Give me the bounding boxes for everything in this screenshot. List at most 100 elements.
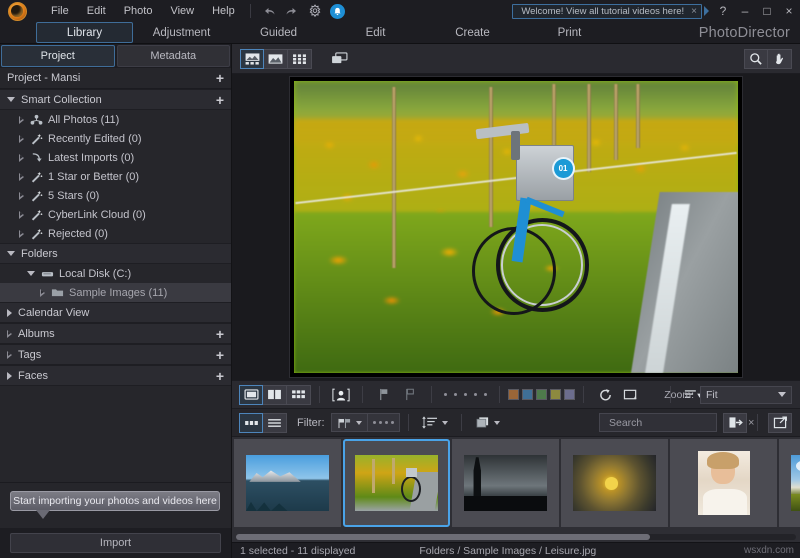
help-button[interactable]: ?	[712, 0, 734, 22]
section-calendar-view[interactable]: Calendar View	[0, 302, 231, 323]
filmstrip-view-button[interactable]	[239, 413, 263, 433]
compare-view-button[interactable]	[263, 385, 287, 405]
tutorial-banner[interactable]: Welcome! View all tutorial videos here! …	[512, 4, 702, 19]
tab-library[interactable]: Library	[36, 22, 133, 43]
smart-collection-add-icon[interactable]: +	[216, 93, 224, 107]
sidebar-item-cyberlink-cloud[interactable]: CyberLink Cloud (0)	[0, 205, 231, 224]
scrollbar-track[interactable]	[236, 534, 796, 540]
flag-reject-icon[interactable]	[397, 385, 423, 405]
section-albums[interactable]: Albums +	[0, 323, 231, 344]
section-folders[interactable]: Folders	[0, 243, 231, 264]
panel-tab-project[interactable]: Project	[1, 45, 115, 67]
section-faces[interactable]: Faces +	[0, 365, 231, 386]
filmstrip[interactable]	[232, 436, 800, 532]
stack-icon[interactable]	[470, 413, 505, 432]
faces-add-icon[interactable]: +	[216, 369, 224, 383]
photo-viewer[interactable]: 01	[232, 74, 800, 380]
undo-icon[interactable]	[261, 3, 277, 19]
menu-edit[interactable]: Edit	[78, 2, 115, 20]
sidebar-label: Sample Images (11)	[69, 287, 167, 299]
project-name: Project - Mansi	[7, 72, 80, 84]
section-folders-label: Folders	[21, 248, 58, 260]
panel-tab-metadata[interactable]: Metadata	[117, 45, 231, 67]
search-clear-icon[interactable]: ×	[748, 417, 754, 429]
color-swatch-yellow[interactable]	[550, 389, 561, 400]
color-swatch-green[interactable]	[536, 389, 547, 400]
import-button[interactable]: Import	[10, 533, 221, 553]
filmstrip-scrollbar[interactable]	[232, 532, 800, 542]
rating-dot[interactable]	[474, 393, 477, 396]
rating-dot[interactable]	[454, 393, 457, 396]
sidebar-item-recently-edited[interactable]: Recently Edited (0)	[0, 129, 231, 148]
rating-dot[interactable]	[444, 393, 447, 396]
sort-order-icon[interactable]	[417, 413, 453, 432]
layout-button-group	[239, 385, 311, 405]
tab-guided[interactable]: Guided	[230, 22, 327, 43]
pan-hand-icon[interactable]	[768, 49, 792, 69]
close-button[interactable]: ×	[778, 0, 800, 22]
tags-add-icon[interactable]: +	[216, 348, 224, 362]
hard-disk-icon	[40, 267, 54, 280]
rating-dots[interactable]	[440, 393, 491, 396]
multi-view-button[interactable]	[287, 385, 311, 405]
viewer-mode-photo-filmstrip[interactable]	[240, 49, 264, 69]
thumb-church-bw[interactable]	[452, 439, 559, 527]
rating-dot[interactable]	[484, 393, 487, 396]
settings-gear-icon[interactable]	[307, 3, 323, 19]
section-smart-collection[interactable]: Smart Collection +	[0, 89, 231, 110]
flag-pick-icon[interactable]	[371, 385, 397, 405]
filter-flag-icon[interactable]	[331, 413, 368, 432]
thumb-field-sky[interactable]	[779, 439, 800, 527]
minimize-button[interactable]: –	[734, 0, 756, 22]
single-view-button[interactable]	[239, 385, 263, 405]
redo-icon[interactable]	[284, 3, 300, 19]
notification-bell-icon[interactable]	[330, 3, 346, 19]
sidebar-item-1-star-or-better[interactable]: 1 Star or Better (0)	[0, 167, 231, 186]
project-row[interactable]: Project - Mansi +	[0, 68, 231, 89]
rating-dot[interactable]	[464, 393, 467, 396]
zoom-select[interactable]: Fit	[700, 386, 792, 404]
list-view-button[interactable]	[263, 413, 287, 433]
thumb-mountain-lake[interactable]	[234, 439, 341, 527]
sidebar-item-local-disk[interactable]: Local Disk (C:)	[0, 264, 231, 283]
menu-photo[interactable]: Photo	[115, 2, 162, 20]
tab-adjustment[interactable]: Adjustment	[133, 22, 230, 43]
secondary-display-icon[interactable]	[326, 49, 352, 69]
tab-create[interactable]: Create	[424, 22, 521, 43]
crop-icon[interactable]	[618, 385, 644, 405]
thumb-bicycle-flowers[interactable]	[343, 439, 450, 527]
import-tooltip-tail	[36, 510, 50, 519]
maximize-button[interactable]: □	[756, 0, 778, 22]
open-external-icon[interactable]	[768, 413, 792, 433]
module-tab-bar: Library Adjustment Guided Edit Create Pr…	[0, 22, 800, 44]
search-box[interactable]: ×	[599, 413, 717, 432]
thumb-spiral-staircase[interactable]	[561, 439, 668, 527]
menu-view[interactable]: View	[161, 2, 203, 20]
viewer-mode-grid[interactable]	[288, 49, 312, 69]
color-swatch-orange[interactable]	[508, 389, 519, 400]
filter-rating-icon[interactable]	[368, 413, 400, 432]
project-add-icon[interactable]: +	[216, 71, 224, 85]
color-swatch-purple[interactable]	[564, 389, 575, 400]
menu-help[interactable]: Help	[203, 2, 244, 20]
thumb-smiling-woman[interactable]	[670, 439, 777, 527]
rotate-icon[interactable]	[592, 385, 618, 405]
tutorial-close-icon[interactable]: ×	[691, 6, 697, 17]
color-swatch-blue[interactable]	[522, 389, 533, 400]
magic-wand-icon	[29, 170, 43, 183]
albums-add-icon[interactable]: +	[216, 327, 224, 341]
face-tag-icon[interactable]	[328, 385, 354, 405]
zoom-magnifier-icon[interactable]	[744, 49, 768, 69]
sidebar-item-rejected[interactable]: Rejected (0)	[0, 224, 231, 243]
sidebar-item-latest-imports[interactable]: Latest Imports (0)	[0, 148, 231, 167]
tab-edit[interactable]: Edit	[327, 22, 424, 43]
sidebar-item-sample-images[interactable]: Sample Images (11)	[0, 283, 231, 302]
viewer-mode-photo-only[interactable]	[264, 49, 288, 69]
scrollbar-thumb[interactable]	[236, 534, 650, 540]
tab-print[interactable]: Print	[521, 22, 618, 43]
sidebar-item-all-photos[interactable]: All Photos (11)	[0, 110, 231, 129]
sidebar-item-5-stars[interactable]: 5 Stars (0)	[0, 186, 231, 205]
section-tags[interactable]: Tags +	[0, 344, 231, 365]
menu-file[interactable]: File	[42, 2, 78, 20]
export-icon[interactable]	[723, 413, 747, 433]
